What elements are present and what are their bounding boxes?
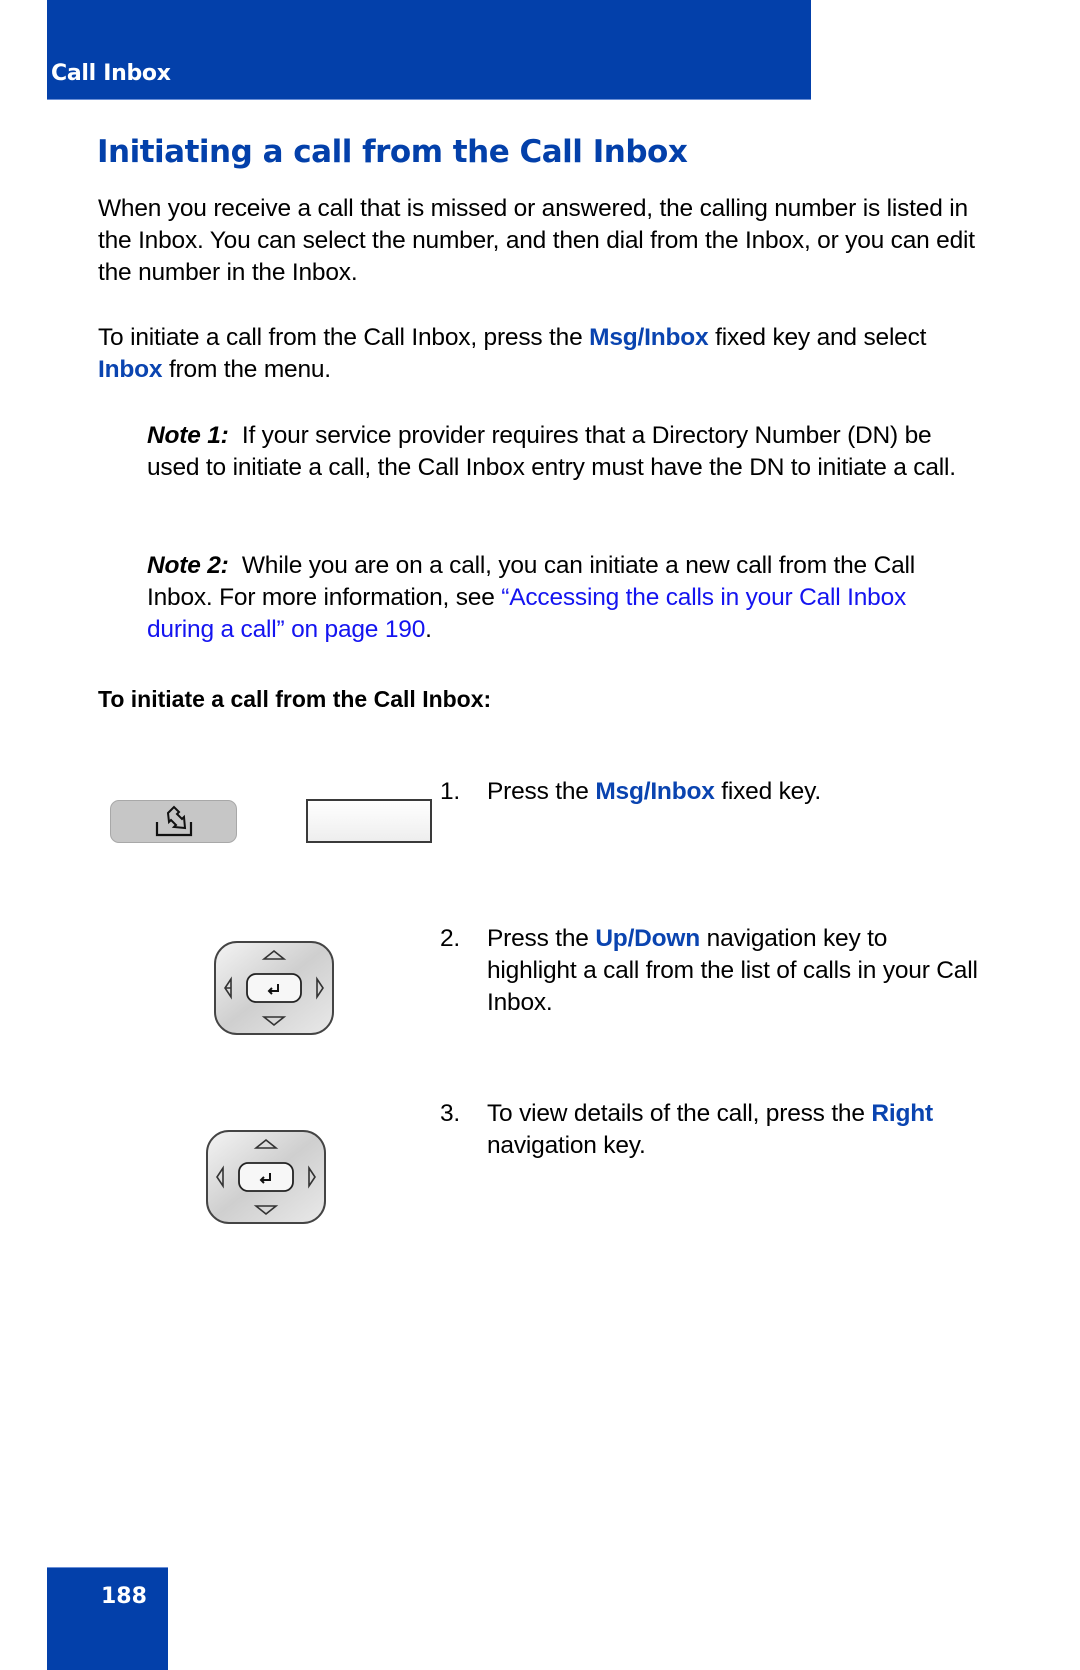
text: Press the <box>487 925 596 952</box>
key-name: Msg/Inbox <box>595 778 715 805</box>
step-text: Press the Msg/Inbox fixed key. <box>487 776 980 808</box>
page-number-tab <box>47 1567 168 1670</box>
msg-inbox-key-icon <box>110 800 237 843</box>
step-text: To view details of the call, press the R… <box>487 1098 980 1162</box>
text: from the menu. <box>162 356 331 383</box>
page-number: 188 <box>101 1584 147 1609</box>
note-text: . <box>425 616 432 643</box>
blank-softkey-icon <box>306 799 432 843</box>
navigation-key-icon <box>206 1130 326 1224</box>
note-label: Note 2: <box>147 552 229 579</box>
key-name-msg-inbox: Msg/Inbox <box>589 324 709 351</box>
procedure-step-3: 3. To view details of the call, press th… <box>440 1098 980 1162</box>
text: navigation key. <box>487 1132 646 1159</box>
text: fixed key and select <box>708 324 927 351</box>
step-number: 3. <box>440 1100 461 1127</box>
note-text: If your service provider requires that a… <box>147 422 956 481</box>
text: To initiate a call from the Call Inbox, … <box>98 324 590 351</box>
text: Press the <box>487 778 596 805</box>
text: To view details of the call, press the <box>487 1100 872 1127</box>
step-number: 1. <box>440 778 461 805</box>
menu-item-inbox: Inbox <box>98 356 163 383</box>
step-number: 2. <box>440 925 461 952</box>
procedure-heading: To initiate a call from the Call Inbox: <box>98 686 492 712</box>
instruction-paragraph: To initiate a call from the Call Inbox, … <box>98 322 978 386</box>
text: fixed key. <box>714 778 821 805</box>
intro-paragraph: When you receive a call that is missed o… <box>98 195 975 286</box>
note-2: Note 2: While you are on a call, you can… <box>147 550 977 646</box>
section-label: Call Inbox <box>51 61 171 86</box>
key-name: Up/Down <box>595 925 701 952</box>
key-name: Right <box>871 1100 933 1127</box>
page-title: Initiating a call from the Call Inbox <box>97 134 688 170</box>
inbox-tray-icon <box>155 805 192 836</box>
procedure-step-2: 2. Press the Up/Down navigation key to h… <box>440 923 980 1019</box>
note-label: Note 1: <box>147 422 229 449</box>
procedure-step-1: 1. Press the Msg/Inbox fixed key. <box>440 776 980 808</box>
step-text: Press the Up/Down navigation key to high… <box>487 923 980 1019</box>
note-1: Note 1: If your service provider require… <box>147 420 977 484</box>
navigation-key-icon <box>214 941 334 1035</box>
